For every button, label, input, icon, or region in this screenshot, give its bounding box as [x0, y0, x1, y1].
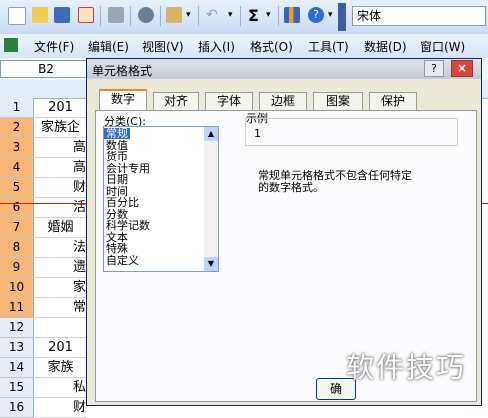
sheet-cell[interactable]: 法: [35, 238, 86, 258]
category-item[interactable]: 百分比: [106, 197, 139, 208]
toolbar-separator: [100, 6, 101, 26]
category-item[interactable]: 分数: [106, 209, 128, 220]
category-item[interactable]: 文本: [106, 232, 128, 243]
watermark: 软件技巧: [346, 351, 467, 384]
permission-icon[interactable]: [78, 7, 94, 23]
toolbar-separator: [198, 6, 199, 26]
standard-toolbar: ▾ ↶ ▾ Σ ▾ ? ▾ 宋体: [0, 0, 488, 35]
sample-box: [245, 118, 458, 146]
toolbar-separator: [240, 6, 241, 26]
sheet-cell[interactable]: 家族企: [35, 118, 86, 138]
row-header[interactable]: 16: [0, 398, 34, 418]
category-item[interactable]: 会计专用: [106, 163, 150, 174]
menu-bar: 文件(F) 编辑(E) 视图(V) 插入(I) 格式(O) 工具(T) 数据(D…: [0, 34, 488, 59]
row-header[interactable]: 1: [0, 98, 34, 118]
row-header[interactable]: 11: [0, 298, 34, 318]
menu-insert[interactable]: 插入(I): [198, 38, 235, 55]
excel-app-icon[interactable]: [4, 38, 18, 52]
category-scrollbar[interactable]: ▲ ▼: [204, 127, 218, 271]
scroll-up-icon[interactable]: ▲: [204, 127, 218, 141]
sheet-cell[interactable]: 家族: [35, 358, 86, 378]
new-icon[interactable]: [8, 7, 26, 25]
category-item[interactable]: 自定义: [106, 255, 139, 266]
sheet-cell[interactable]: 高: [35, 138, 86, 158]
menu-file[interactable]: 文件(F): [34, 38, 74, 55]
chevron-down-icon[interactable]: ▾: [186, 10, 191, 20]
menu-tools[interactable]: 工具(T): [308, 38, 349, 55]
paste-icon[interactable]: [166, 7, 182, 23]
row-header[interactable]: 2: [0, 118, 34, 138]
category-item[interactable]: 数值: [106, 140, 128, 151]
print-icon[interactable]: [108, 7, 124, 23]
row-area: 1 201 2 家族企 3 高 4 高 5 财 6 活 7 婚姻 8 法 9 遗 10 家 11 常 12 13 201 14 家族…: [0, 98, 86, 418]
category-item[interactable]: 常规: [104, 128, 130, 139]
category-item[interactable]: 货币: [106, 151, 128, 162]
sheet-cell[interactable]: 活: [35, 198, 86, 218]
sheet-cell[interactable]: 遗: [35, 258, 86, 278]
row-header[interactable]: 4: [0, 158, 34, 178]
sheet-cell[interactable]: 高: [35, 158, 86, 178]
row-header[interactable]: 14: [0, 358, 34, 378]
tab-border[interactable]: 边框: [259, 92, 307, 110]
undo-icon[interactable]: ↶: [206, 7, 218, 23]
row-header[interactable]: 10: [0, 278, 34, 298]
chevron-down-icon[interactable]: ▾: [328, 10, 333, 20]
category-item[interactable]: 特殊: [106, 243, 128, 254]
row-header[interactable]: 6: [0, 198, 34, 218]
row-header[interactable]: 7: [0, 218, 34, 238]
open-icon[interactable]: [32, 7, 48, 23]
chevron-down-icon[interactable]: ▾: [266, 10, 271, 20]
tab-alignment[interactable]: 对齐: [153, 92, 199, 110]
tab-number[interactable]: 数字: [99, 89, 147, 111]
chart-icon[interactable]: [284, 7, 300, 23]
name-box[interactable]: B2: [0, 60, 92, 78]
sheet-cell[interactable]: 私: [35, 378, 86, 398]
sheet-cell[interactable]: 婚姻: [35, 218, 86, 238]
tab-font[interactable]: 字体: [205, 92, 253, 110]
sum-icon[interactable]: Σ: [248, 6, 259, 25]
category-item[interactable]: 时间: [106, 186, 128, 197]
row-header[interactable]: 5: [0, 178, 34, 198]
tab-patterns[interactable]: 图案: [313, 92, 363, 110]
scroll-down-icon[interactable]: ▼: [204, 257, 218, 271]
help-button[interactable]: ?: [424, 60, 444, 77]
menu-data[interactable]: 数据(D): [364, 38, 407, 55]
sheet-cell[interactable]: 201: [35, 98, 86, 118]
sheet-cell[interactable]: 常: [35, 298, 86, 318]
sheet-cell[interactable]: 财: [35, 178, 86, 198]
category-item[interactable]: 科学记数: [106, 220, 150, 231]
toolbar-separator: [160, 6, 161, 26]
row-header[interactable]: 8: [0, 238, 34, 258]
sheet-cell[interactable]: 家: [35, 278, 86, 298]
format-description-line2: 的数字格式。: [258, 181, 324, 194]
toolbar-options-handle[interactable]: [338, 3, 346, 31]
menu-view[interactable]: 视图(V): [142, 38, 184, 55]
toolbar-separator: [130, 6, 131, 26]
row-header[interactable]: 9: [0, 258, 34, 278]
font-name-box[interactable]: 宋体: [352, 6, 486, 26]
row-header[interactable]: 13: [0, 338, 34, 358]
sheet-cell[interactable]: 201: [35, 338, 86, 358]
row-header[interactable]: 12: [0, 318, 34, 338]
menu-edit[interactable]: 编辑(E): [88, 38, 129, 55]
tab-protection[interactable]: 保护: [369, 92, 417, 110]
chevron-down-icon[interactable]: ▾: [228, 10, 233, 20]
toolbar-separator: [278, 6, 279, 26]
close-button[interactable]: ×: [451, 60, 473, 77]
help-icon[interactable]: ?: [308, 7, 324, 23]
row-header[interactable]: 15: [0, 378, 34, 398]
row-header[interactable]: 3: [0, 138, 34, 158]
menu-window[interactable]: 窗口(W): [420, 38, 465, 55]
research-icon[interactable]: [138, 7, 154, 23]
dialog-title: 单元格格式: [92, 64, 153, 78]
save-icon[interactable]: [54, 7, 70, 23]
menu-format[interactable]: 格式(O): [250, 38, 293, 55]
sample-value: 1: [254, 127, 261, 140]
sheet-cell[interactable]: [35, 318, 86, 338]
category-item[interactable]: 日期: [106, 174, 128, 185]
sheet-cell[interactable]: 财: [35, 398, 86, 418]
